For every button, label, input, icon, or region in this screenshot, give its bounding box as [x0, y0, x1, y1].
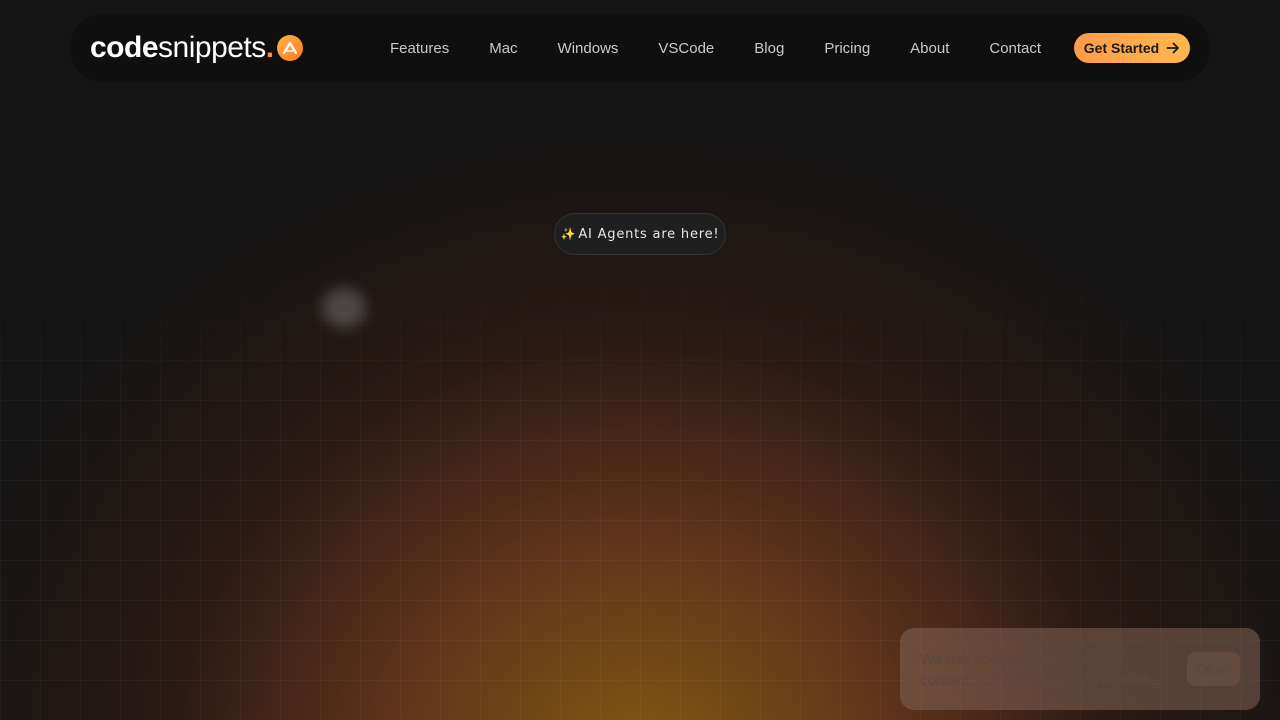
brand-logo[interactable]: code snippets. [90, 28, 303, 68]
nav-link-windows[interactable]: Windows [558, 40, 619, 57]
brand-name-bold: code [90, 31, 159, 64]
nav-links: Features Mac Windows VSCode Blog Pricing… [370, 14, 1061, 82]
cookie-banner: We use cookies to personalize content, r… [900, 628, 1260, 710]
caret-up-icon [276, 35, 303, 61]
brand-name-dot: . [265, 31, 274, 64]
cookie-okay-button[interactable]: Okay [1187, 652, 1240, 686]
brand-name-light: snippets [158, 31, 266, 64]
decorative-blob [322, 288, 366, 328]
get-started-label: Get Started [1083, 40, 1160, 56]
nav-link-about[interactable]: About [910, 40, 949, 57]
arrow-right-icon [1166, 41, 1180, 55]
cookie-message: We use cookies to personalize content, r… [920, 651, 1162, 689]
nav-link-features[interactable]: Features [390, 40, 449, 57]
nav-link-contact[interactable]: Contact [989, 40, 1041, 57]
get-started-button[interactable]: Get Started [1074, 33, 1190, 63]
nav-link-pricing[interactable]: Pricing [824, 40, 870, 57]
page: code snippets. Features Mac Windows VSCod… [0, 0, 1280, 720]
sparkles-icon: ✨ [560, 227, 577, 241]
announcement-pill[interactable]: ✨ AI Agents are here! [554, 213, 726, 255]
nav-link-mac[interactable]: Mac [489, 40, 517, 57]
announcement-text: AI Agents are here! [578, 226, 720, 242]
top-navbar: code snippets. Features Mac Windows VSCod… [70, 14, 1210, 82]
nav-link-vscode[interactable]: VSCode [658, 40, 714, 57]
nav-link-blog[interactable]: Blog [754, 40, 784, 57]
